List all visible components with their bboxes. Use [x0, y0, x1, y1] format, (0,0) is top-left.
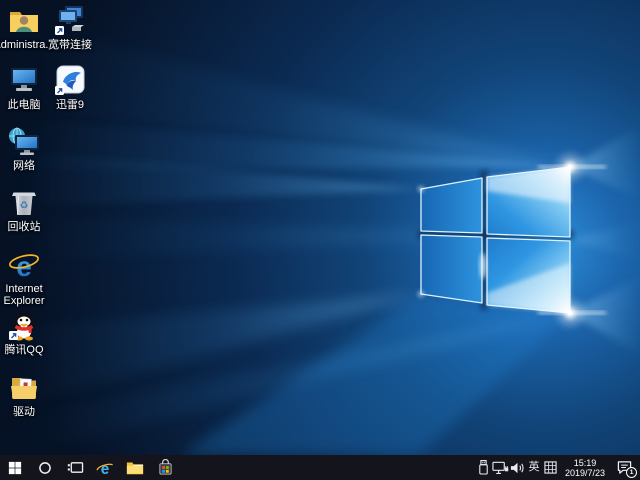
- taskbar: e: [0, 455, 640, 480]
- task-view-button[interactable]: [60, 455, 90, 480]
- system-tray: 英 15:19 2019/7/23 1: [475, 455, 640, 480]
- icon-label: 宽带连接: [48, 39, 92, 51]
- icon-label: 此电脑: [8, 99, 41, 111]
- file-explorer-icon: [126, 460, 144, 475]
- clock-date: 2019/7/23: [565, 468, 605, 478]
- taskbar-internet-explorer-button[interactable]: e: [90, 455, 120, 480]
- language-indicator[interactable]: 英: [526, 455, 542, 480]
- icon-label: 迅雷9: [56, 99, 84, 111]
- desktop-icon-internet-explorer[interactable]: e Internet Explorer: [0, 249, 56, 307]
- internet-explorer-icon: e: [96, 459, 114, 477]
- desktop-icon-network[interactable]: 网络: [0, 126, 56, 172]
- user-folder-icon: [7, 5, 41, 37]
- windows-start-icon: [8, 461, 22, 475]
- ime-grid-keyboard-icon: [544, 461, 557, 474]
- internet-explorer-icon: e: [7, 249, 41, 281]
- usb-device-tray-button[interactable]: [475, 455, 492, 480]
- taskbar-clock[interactable]: 15:19 2019/7/23: [559, 455, 611, 480]
- ime-mode-button[interactable]: [542, 455, 559, 480]
- icon-label: 驱动: [13, 406, 35, 418]
- recycle-bin-icon: ♻: [7, 187, 41, 219]
- desktop-icon-thunder9[interactable]: 迅雷9: [38, 65, 102, 111]
- desktop: Administra... 宽带连接 此电脑: [0, 0, 640, 455]
- network-icon: [7, 126, 41, 158]
- thunder9-icon: [53, 65, 87, 97]
- desktop-icon-tencent-qq[interactable]: 腾讯QQ: [0, 310, 56, 356]
- broadband-connection-icon: [53, 5, 87, 37]
- action-center-button[interactable]: 1: [611, 455, 637, 480]
- svg-text:♻: ♻: [20, 201, 29, 212]
- icon-label: Internet Explorer: [0, 283, 56, 307]
- task-view-icon: [67, 460, 84, 475]
- start-button[interactable]: [0, 455, 30, 480]
- desktop-icon-broadband-connection[interactable]: 宽带连接: [38, 5, 102, 51]
- icon-label: 网络: [13, 160, 35, 172]
- taskbar-file-explorer-button[interactable]: [120, 455, 150, 480]
- cortana-circle-icon: [38, 461, 52, 475]
- usb-icon: [477, 459, 490, 476]
- cortana-search-button[interactable]: [30, 455, 60, 480]
- driver-folder-icon: [7, 372, 41, 404]
- taskbar-microsoft-store-button[interactable]: [150, 455, 180, 480]
- this-pc-icon: [7, 65, 41, 97]
- notification-count-badge: 1: [626, 467, 637, 478]
- ethernet-network-icon: [492, 461, 509, 475]
- icon-label: 回收站: [8, 221, 41, 233]
- clock-time: 15:19: [565, 458, 605, 468]
- desktop-icon-driver-folder[interactable]: 驱动: [0, 372, 56, 418]
- desktop-icon-recycle-bin[interactable]: ♻ 回收站: [0, 187, 56, 233]
- icon-label: 腾讯QQ: [4, 344, 43, 356]
- svg-text:e: e: [101, 460, 110, 476]
- network-tray-button[interactable]: [492, 455, 509, 480]
- tencent-qq-icon: [7, 310, 41, 342]
- volume-tray-button[interactable]: [509, 455, 526, 480]
- speaker-icon: [510, 461, 525, 475]
- microsoft-store-icon: [157, 459, 174, 476]
